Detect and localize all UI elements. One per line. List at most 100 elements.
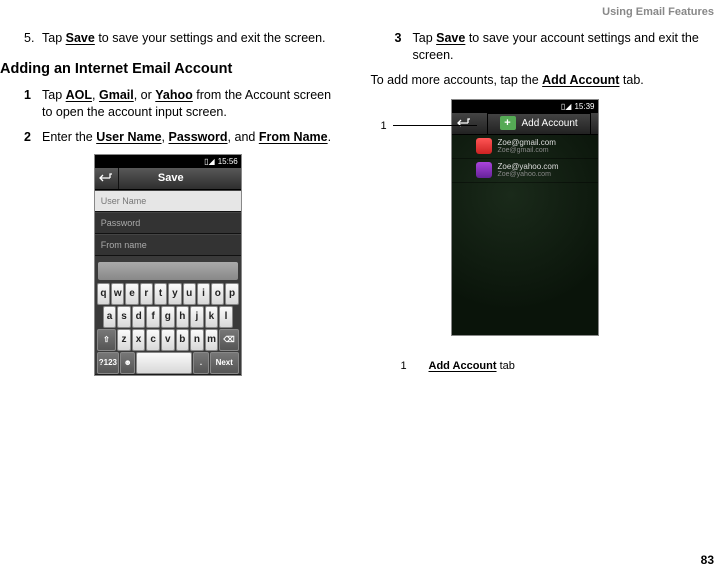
phone-screenshot-accounts-wrap: 1 ▯◢ 15:39 + Add Account (451, 99, 611, 336)
backspace-key[interactable]: ⌫ (219, 329, 238, 351)
step-5: 5. Tap Save to save your settings and ex… (24, 30, 336, 47)
step-2: 2 Enter the User Name, Password, and Fro… (24, 129, 336, 146)
account-row-yahoo[interactable]: Zoe@yahoo.com Zoe@yahoo.com (452, 159, 598, 183)
page-number: 83 (701, 553, 714, 567)
clock: 15:56 (218, 157, 238, 166)
status-bar: ▯◢ 15:56 (95, 155, 241, 168)
legend-number: 1 (401, 360, 429, 372)
callout-line (393, 125, 477, 126)
key[interactable]: l (219, 306, 233, 328)
gmail-icon (476, 138, 492, 154)
password-label: Password (168, 130, 227, 144)
key[interactable]: m (205, 329, 219, 351)
text: , or (134, 88, 156, 102)
paragraph: To add more accounts, tap the Add Accoun… (371, 72, 707, 89)
gmail-label: Gmail (99, 88, 134, 102)
text: tab (497, 360, 515, 372)
account-email: Zoe@yahoo.com (498, 163, 559, 171)
fromname-input[interactable]: From name (95, 234, 241, 256)
add-account-tab[interactable]: + Add Account (452, 113, 598, 135)
key[interactable]: y (168, 283, 181, 305)
candidate-bar (98, 262, 238, 280)
key[interactable]: u (183, 283, 196, 305)
step-3: 3 Tap Save to save your account settings… (395, 30, 707, 64)
aol-label: AOL (66, 88, 92, 102)
key[interactable]: x (132, 329, 146, 351)
emoji-key[interactable]: ☻ (120, 352, 135, 374)
key[interactable]: p (225, 283, 238, 305)
plus-icon: + (500, 116, 516, 130)
step-1: 1 Tap AOL, Gmail, or Yahoo from the Acco… (24, 87, 336, 121)
key[interactable]: e (125, 283, 138, 305)
keyboard-row: q w e r t y u i o p (95, 283, 241, 305)
text: Enter the (42, 130, 96, 144)
screen-title: Save (119, 172, 241, 184)
fromname-label: From Name (259, 130, 328, 144)
yahoo-label: Yahoo (155, 88, 193, 102)
back-icon[interactable] (452, 113, 476, 134)
text: to save your settings and exit the scree… (95, 31, 326, 45)
key[interactable]: a (103, 306, 117, 328)
save-label: Save (66, 31, 95, 45)
phone-screenshot-save: ▯◢ 15:56 Save User Name Password From na… (94, 154, 242, 376)
next-key[interactable]: Next (210, 352, 239, 374)
step-text: Tap Save to save your account settings a… (413, 30, 707, 64)
back-icon[interactable] (95, 168, 119, 189)
key[interactable]: j (190, 306, 204, 328)
add-account-label: Add Account (429, 360, 497, 372)
key[interactable]: r (140, 283, 153, 305)
symbols-key[interactable]: ?123 (97, 352, 119, 374)
callout-number: 1 (381, 120, 387, 132)
key[interactable]: d (132, 306, 146, 328)
key[interactable]: z (117, 329, 131, 351)
period-key[interactable]: . (193, 352, 208, 374)
save-label: Save (436, 31, 465, 45)
section-heading: Adding an Internet Email Account (0, 61, 336, 77)
key[interactable]: s (117, 306, 131, 328)
left-column: 5. Tap Save to save your settings and ex… (0, 30, 336, 376)
username-label: User Name (96, 130, 161, 144)
keyboard-row: ?123 ☻ . Next (95, 352, 241, 374)
key[interactable]: t (154, 283, 167, 305)
page-header: Using Email Features (602, 6, 714, 18)
keyboard-row: ⇧ z x c v b n m ⌫ (95, 329, 241, 351)
account-sub: Zoe@gmail.com (498, 147, 556, 154)
key[interactable]: h (176, 306, 190, 328)
callout-legend: 1 Add Account tab (401, 360, 707, 372)
text: . (328, 130, 331, 144)
right-column: 3 Tap Save to save your account settings… (371, 30, 707, 376)
signal-icon: ▯◢ (561, 102, 572, 111)
key[interactable]: b (176, 329, 190, 351)
key[interactable]: v (161, 329, 175, 351)
step-number: 3 (395, 30, 413, 64)
key[interactable]: i (197, 283, 210, 305)
step-number: 1 (24, 87, 42, 121)
title-bar: Save (95, 168, 241, 190)
status-bar: ▯◢ 15:39 (452, 100, 598, 113)
key[interactable]: q (97, 283, 110, 305)
text: , (92, 88, 99, 102)
account-email: Zoe@gmail.com (498, 139, 556, 147)
keyboard-row: a s d f g h j k l (95, 306, 241, 328)
username-input[interactable]: User Name (95, 190, 241, 212)
key[interactable]: o (211, 283, 224, 305)
yahoo-icon (476, 162, 492, 178)
text: tab. (619, 73, 643, 87)
account-row-gmail[interactable]: Zoe@gmail.com Zoe@gmail.com (452, 135, 598, 159)
step-text: Tap AOL, Gmail, or Yahoo from the Accoun… (42, 87, 336, 121)
key[interactable]: k (205, 306, 219, 328)
key[interactable]: c (146, 329, 160, 351)
key[interactable]: w (111, 283, 124, 305)
add-account-label: Add Account (542, 73, 619, 87)
key[interactable]: n (190, 329, 204, 351)
key[interactable]: g (161, 306, 175, 328)
space-key[interactable] (136, 352, 192, 374)
shift-key[interactable]: ⇧ (97, 329, 116, 351)
key[interactable]: f (146, 306, 160, 328)
clock: 15:39 (574, 102, 594, 111)
password-input[interactable]: Password (95, 212, 241, 234)
on-screen-keyboard: q w e r t y u i o p a s d f g h (95, 256, 241, 374)
text: Tap (42, 31, 66, 45)
step-text: Tap Save to save your settings and exit … (42, 30, 336, 47)
text: Tap (42, 88, 66, 102)
